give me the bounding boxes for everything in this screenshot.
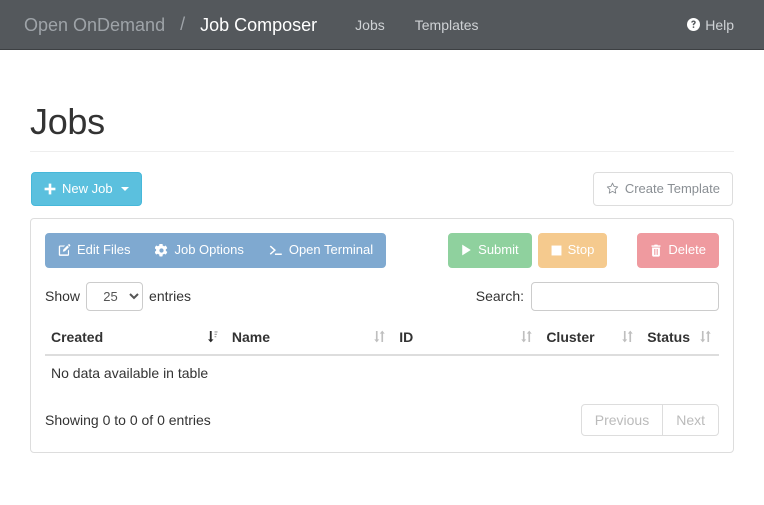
job-options-label: Job Options bbox=[174, 241, 243, 259]
jobs-toolbar: Edit Files Job Options bbox=[45, 233, 719, 267]
search-input[interactable] bbox=[531, 282, 719, 311]
brand-job-composer[interactable]: Job Composer bbox=[191, 15, 326, 35]
help-link[interactable]: Help bbox=[672, 17, 749, 33]
column-label-id: ID bbox=[399, 329, 413, 345]
column-label-created: Created bbox=[51, 329, 103, 345]
sort-both-icon bbox=[521, 330, 532, 343]
stop-label: Stop bbox=[568, 241, 595, 259]
datatable-footer: Showing 0 to 0 of 0 entries Previous Nex… bbox=[45, 404, 719, 436]
page-length-control: Show 25 entries bbox=[45, 282, 191, 311]
page-header: Jobs bbox=[30, 50, 734, 152]
nav-link-templates[interactable]: Templates bbox=[400, 15, 494, 35]
edit-square-icon bbox=[58, 244, 71, 257]
column-header-status[interactable]: Status bbox=[641, 321, 719, 355]
job-control-group: Submit Stop bbox=[448, 233, 607, 267]
file-actions-group: Edit Files Job Options bbox=[45, 233, 386, 267]
column-header-cluster[interactable]: Cluster bbox=[540, 321, 641, 355]
page-title: Jobs bbox=[30, 102, 734, 142]
column-header-id[interactable]: ID bbox=[393, 321, 540, 355]
delete-button[interactable]: Delete bbox=[637, 233, 719, 267]
search-label: Search: bbox=[476, 288, 524, 304]
brand-open-ondemand[interactable]: Open OnDemand bbox=[15, 15, 174, 35]
nav-link-jobs[interactable]: Jobs bbox=[340, 15, 400, 35]
new-job-button[interactable]: New Job bbox=[31, 172, 142, 206]
new-job-label: New Job bbox=[62, 180, 113, 198]
search-control: Search: bbox=[476, 282, 719, 311]
question-circle-icon bbox=[687, 18, 700, 31]
edit-files-button[interactable]: Edit Files bbox=[45, 233, 143, 267]
table-header-row: Created bbox=[45, 321, 719, 355]
brand-separator: / bbox=[174, 14, 191, 35]
destructive-group: Delete bbox=[637, 233, 719, 267]
entries-info: Showing 0 to 0 of 0 entries bbox=[45, 412, 211, 428]
play-icon bbox=[461, 244, 472, 256]
show-label: Show bbox=[45, 288, 80, 304]
jobs-table-body: No data available in table bbox=[45, 355, 719, 390]
edit-files-label: Edit Files bbox=[77, 241, 130, 259]
stop-button[interactable]: Stop bbox=[538, 233, 608, 267]
sort-both-icon bbox=[700, 330, 711, 343]
jobs-panel: Edit Files Job Options bbox=[30, 218, 734, 452]
pagination-previous-button[interactable]: Previous bbox=[581, 404, 663, 436]
open-terminal-button[interactable]: Open Terminal bbox=[256, 233, 386, 267]
star-outline-icon bbox=[606, 182, 619, 195]
job-options-button[interactable]: Job Options bbox=[142, 233, 256, 267]
sort-both-icon bbox=[374, 330, 385, 343]
sort-both-icon bbox=[622, 330, 633, 343]
submit-label: Submit bbox=[478, 241, 518, 259]
column-header-name[interactable]: Name bbox=[226, 321, 393, 355]
top-navbar: Open OnDemand / Job Composer Jobs Templa… bbox=[0, 0, 764, 50]
jobs-table-head: Created bbox=[45, 321, 719, 355]
chevron-down-icon bbox=[121, 187, 129, 191]
delete-label: Delete bbox=[668, 241, 706, 259]
pagination: Previous Next bbox=[581, 404, 719, 436]
empty-message: No data available in table bbox=[45, 355, 719, 390]
create-template-label: Create Template bbox=[625, 180, 720, 198]
plus-icon bbox=[44, 183, 56, 195]
submit-button[interactable]: Submit bbox=[448, 233, 531, 267]
column-label-cluster: Cluster bbox=[546, 329, 594, 345]
create-template-button[interactable]: Create Template bbox=[593, 172, 733, 206]
terminal-icon bbox=[269, 244, 283, 257]
column-label-status: Status bbox=[647, 329, 690, 345]
datatable-controls: Show 25 entries Search: bbox=[45, 282, 719, 311]
open-terminal-label: Open Terminal bbox=[289, 241, 373, 259]
action-row: New Job Create Template bbox=[30, 172, 734, 206]
pagination-next-button[interactable]: Next bbox=[662, 404, 719, 436]
page-length-select[interactable]: 25 bbox=[86, 282, 143, 311]
navbar-links: Jobs Templates bbox=[340, 15, 493, 35]
stop-square-icon bbox=[551, 245, 562, 256]
gear-icon bbox=[155, 244, 168, 257]
page-container: Jobs New Job Create Template bbox=[15, 50, 749, 453]
sort-desc-icon bbox=[207, 330, 218, 343]
column-label-name: Name bbox=[232, 329, 270, 345]
table-row-empty: No data available in table bbox=[45, 355, 719, 390]
help-label: Help bbox=[705, 17, 734, 33]
jobs-table: Created bbox=[45, 321, 719, 390]
entries-label: entries bbox=[149, 288, 191, 304]
trash-icon bbox=[650, 244, 662, 257]
column-header-created[interactable]: Created bbox=[45, 321, 226, 355]
navbar-right: Help bbox=[672, 17, 749, 33]
